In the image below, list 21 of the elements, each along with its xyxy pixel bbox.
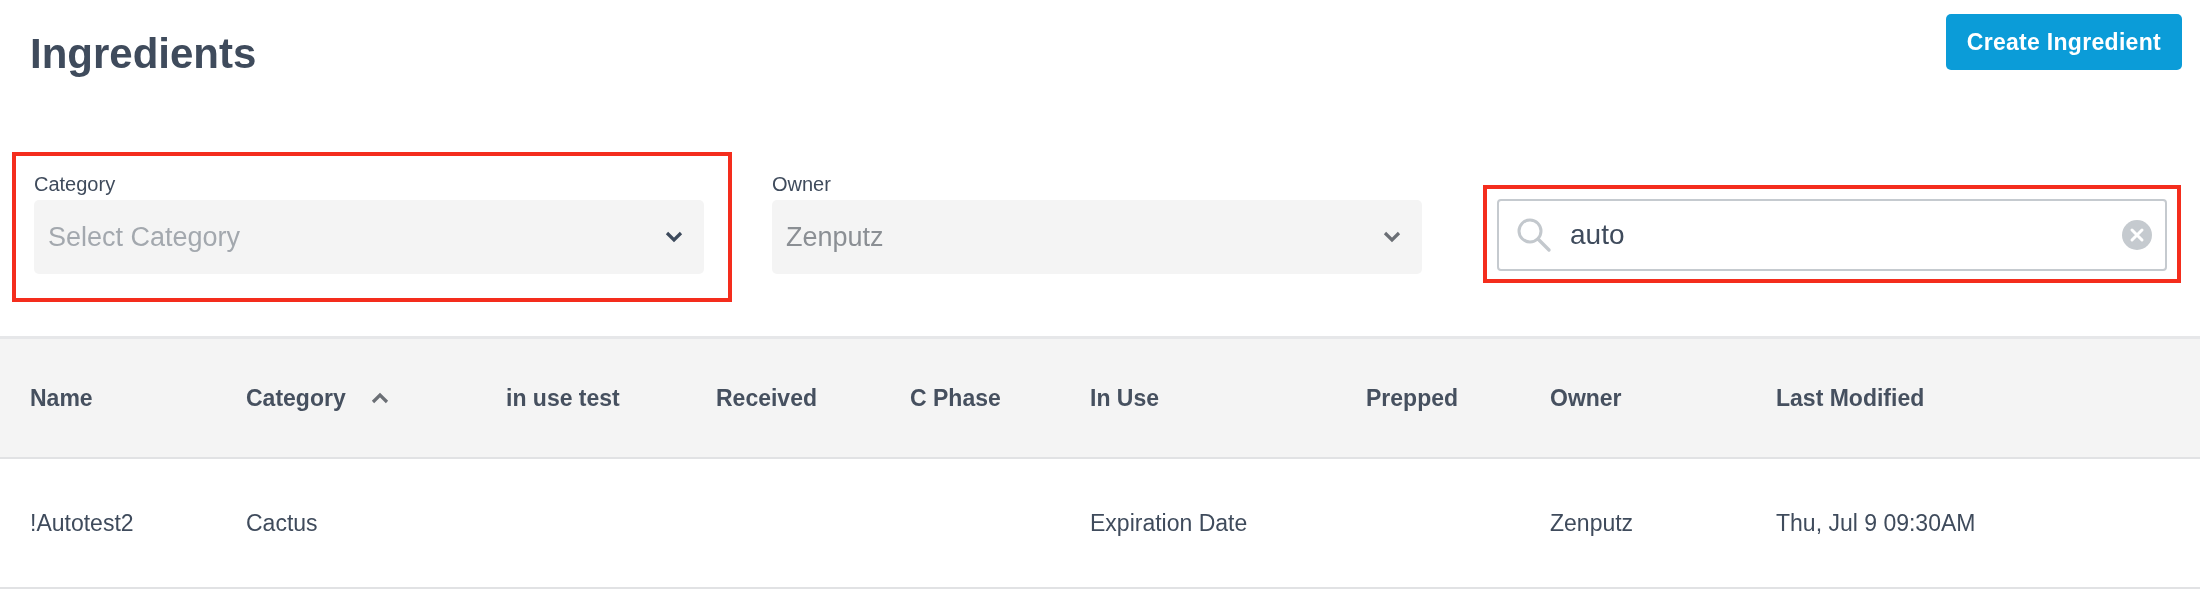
chevron-down-icon <box>1382 230 1402 244</box>
page-title: Ingredients <box>30 30 257 78</box>
column-header[interactable]: Name <box>30 384 93 412</box>
field-label: Owner <box>772 172 832 196</box>
column-header[interactable]: in use test <box>506 384 620 412</box>
column-header[interactable]: Last Modified <box>1776 384 1925 412</box>
table-cell: Thu, Jul 9 09:30AM <box>1776 509 1976 537</box>
table-cell: !Autotest2 <box>30 509 134 537</box>
column-header[interactable]: C Phase <box>910 384 1001 412</box>
table-cell: Expiration Date <box>1090 509 1248 537</box>
column-header[interactable]: Category <box>246 384 346 412</box>
table-cell: Cactus <box>246 509 318 537</box>
column-header[interactable]: Received <box>716 384 817 412</box>
search-field[interactable]: auto <box>1497 199 2167 271</box>
field-label: Category <box>34 172 117 196</box>
column-header[interactable]: Prepped <box>1366 384 1459 412</box>
clear-icon <box>2121 219 2153 251</box>
chevron-down-icon <box>664 230 684 244</box>
table-cell: Zenputz <box>1550 509 1634 537</box>
column-header[interactable]: In Use <box>1090 384 1160 412</box>
column-header[interactable]: Owner <box>1550 384 1622 412</box>
